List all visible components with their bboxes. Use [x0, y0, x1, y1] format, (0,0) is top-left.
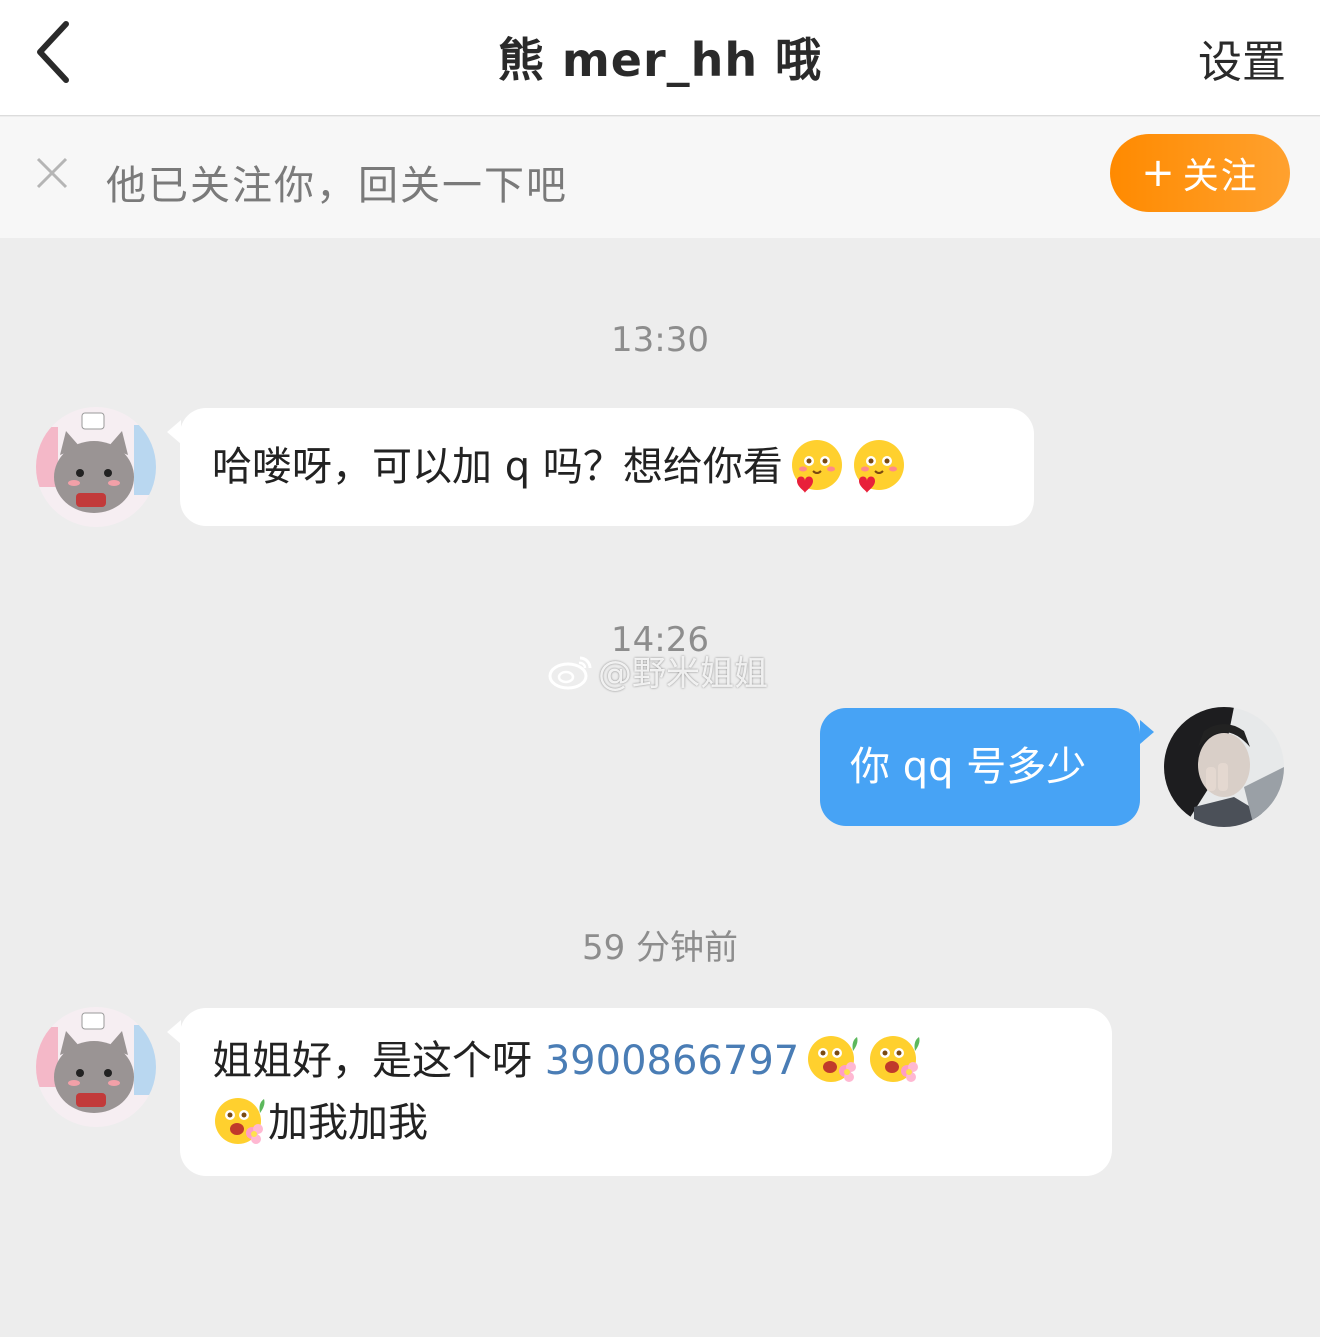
message-timestamp: 59 分钟前: [581, 928, 739, 968]
outgoing-message-bubble[interactable]: 你 qq 号多少: [820, 708, 1140, 826]
watermark-text: @野米姐姐: [598, 654, 768, 694]
weibo-logo-icon: [548, 656, 592, 689]
bubble-tail: [1140, 720, 1154, 744]
flower-face-emoji: [215, 1098, 265, 1144]
close-icon: [36, 157, 68, 189]
bubble-tail: [167, 420, 181, 444]
message-text: 你 qq 号多少: [850, 744, 1087, 790]
message-timestamp: 13:30: [611, 320, 709, 360]
user-photo-avatar-icon: [1164, 707, 1284, 827]
follow-button-label: 关注: [1182, 156, 1259, 197]
flower-face-emoji: [808, 1036, 858, 1082]
plus-icon: +: [1141, 150, 1177, 196]
sender-avatar[interactable]: [36, 1007, 156, 1127]
settings-button[interactable]: 设置: [1198, 26, 1286, 90]
follow-back-text: 他已关注你，回关一下吧: [106, 163, 568, 209]
love-face-emoji: [791, 440, 842, 493]
cat-avatar-icon: [36, 1007, 156, 1127]
incoming-message-bubble[interactable]: 哈喽呀，可以加 q 吗？想给你看: [180, 408, 1034, 526]
message-text: 哈喽呀，可以加 q 吗？想给你看: [212, 444, 783, 490]
message-text: 加我加我: [268, 1100, 428, 1146]
follow-back-banner: 他已关注你，回关一下吧 + 关注: [0, 117, 1320, 238]
follow-button[interactable]: + 关注: [1110, 134, 1290, 212]
cat-avatar-icon: [36, 407, 156, 527]
my-avatar[interactable]: [1164, 707, 1284, 827]
flower-face-emoji: [870, 1036, 920, 1082]
bubble-tail: [167, 1020, 181, 1044]
incoming-message-bubble[interactable]: 姐姐好，是这个呀 3900866797 加我加我: [180, 1008, 1112, 1176]
page-title: 熊 mer_hh 哦: [497, 33, 823, 87]
love-face-emoji: [853, 440, 904, 493]
close-banner-button[interactable]: [34, 155, 70, 191]
navigation-bar: 熊 mer_hh 哦 设置: [0, 0, 1320, 116]
message-text: 姐姐好，是这个呀: [212, 1038, 545, 1084]
watermark: @野米姐姐: [548, 646, 768, 695]
qq-number-link[interactable]: 3900866797: [545, 1038, 800, 1084]
sender-avatar[interactable]: [36, 407, 156, 527]
